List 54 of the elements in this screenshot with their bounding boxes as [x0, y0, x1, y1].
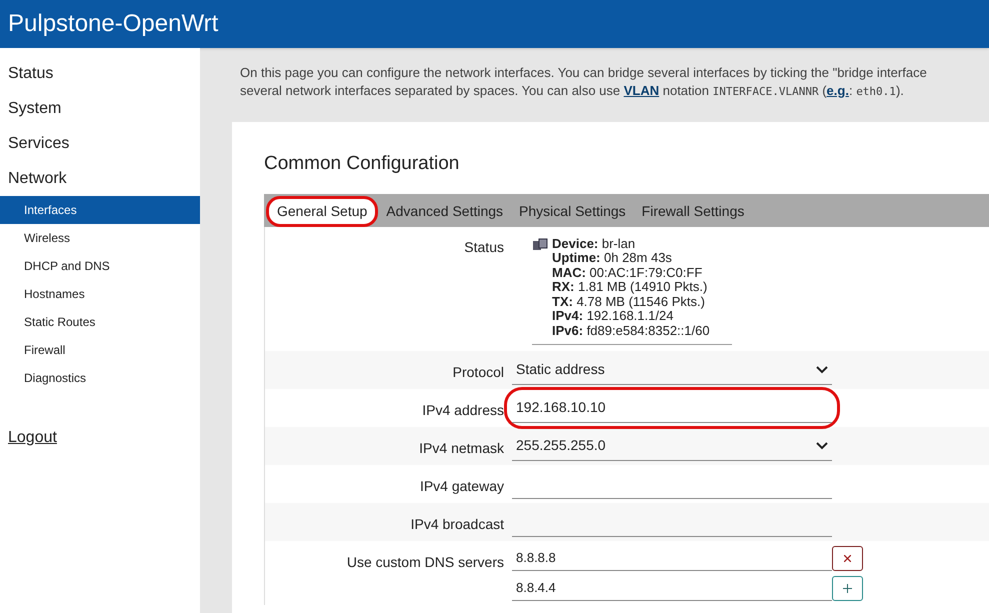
remove-button[interactable]	[832, 546, 863, 570]
sidebar-item[interactable]: Network	[0, 161, 200, 196]
link[interactable]: VLAN	[624, 82, 660, 100]
close-icon	[844, 554, 851, 562]
sidebar-subitem[interactable]: Interfaces	[0, 196, 200, 224]
sidebar-subitem[interactable]: Diagnostics	[0, 364, 200, 392]
tab[interactable]: Advanced Settings	[378, 196, 512, 226]
description-text: several network interfaces separated by spaces. You can also use	[240, 82, 622, 100]
field-label: Status	[463, 238, 505, 256]
chevron-down-icon	[816, 366, 828, 374]
field-label: IPv4 address	[421, 401, 505, 420]
description-text: (	[821, 82, 827, 100]
field-label: Use custom DNS servers	[346, 553, 505, 572]
tab[interactable]: Physical Settings	[511, 196, 634, 226]
status-line: Device: br-lan	[552, 236, 636, 251]
chevron-down-icon	[816, 442, 828, 450]
sidebar-subitem[interactable]: Firewall	[0, 336, 200, 364]
status-line: IPv6: fd89:e584:8352::1/60	[552, 324, 710, 338]
tab[interactable]: General Setup	[266, 196, 378, 226]
network-device-icon	[532, 238, 548, 252]
sidebar-subitem[interactable]: Wireless	[0, 224, 200, 252]
sidebar-item[interactable]: Status	[0, 56, 200, 91]
field-label: Protocol	[452, 363, 505, 382]
status-line: IPv4: 192.168.1.1/24	[552, 309, 674, 324]
input-field[interactable]: 8.8.4.4	[512, 575, 832, 601]
status-line: MAC: 00:AC:1F:79:C0:FF	[552, 266, 704, 280]
plus-icon	[843, 584, 852, 592]
select-field[interactable]: Static address	[512, 355, 832, 385]
input-field[interactable]: 8.8.8.8	[512, 545, 832, 571]
logout-link[interactable]: Logout	[8, 429, 57, 446]
sidebar-subitem[interactable]: DHCP and DNS	[0, 252, 200, 280]
description-text: ).	[896, 82, 904, 100]
section-title: Common Configuration	[264, 152, 460, 176]
app-title: Pulpstone-OpenWrt	[8, 9, 218, 39]
status-line: Uptime: 0h 28m 43s	[552, 251, 673, 266]
description-text: notation	[662, 82, 710, 100]
field-label: IPv4 broadcast	[410, 515, 505, 534]
sidebar-subitem[interactable]: Static Routes	[0, 308, 200, 336]
sidebar-item[interactable]: Services	[0, 126, 200, 161]
description-text: On this page you can configure the network interfaces. You can bridge several interfaces by ticking the "bridge interface	[240, 64, 928, 82]
add-button[interactable]	[832, 576, 863, 600]
code-text: eth0.1	[856, 84, 896, 100]
input-field[interactable]: 192.168.10.10	[512, 393, 832, 423]
status-line: TX: 4.78 MB (11546 Pkts.)	[552, 294, 705, 309]
select-field[interactable]: 255.255.255.0	[512, 431, 832, 461]
sidebar-item[interactable]: System	[0, 91, 200, 126]
status-line: RX: 1.81 MB (14910 Pkts.)	[552, 280, 708, 294]
field-label: IPv4 gateway	[418, 477, 505, 496]
code-text: INTERFACE.VLANNR	[712, 84, 819, 100]
field-label: IPv4 netmask	[418, 439, 505, 458]
description-text: :	[848, 82, 854, 100]
tab[interactable]: Firewall Settings	[634, 196, 752, 226]
sidebar-subitem[interactable]: Hostnames	[0, 280, 200, 308]
link[interactable]: e.g.	[826, 82, 849, 100]
